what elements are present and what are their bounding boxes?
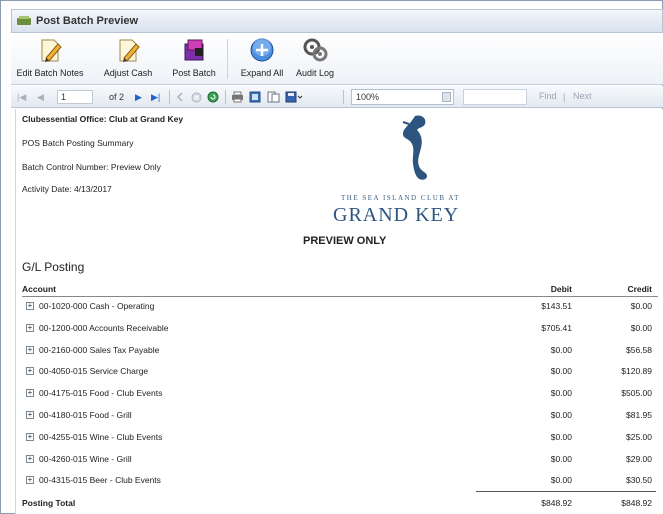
office-heading: Clubessential Office: Club at Grand Key xyxy=(22,114,184,124)
row-account: 00-4175-015 Food - Club Events xyxy=(39,388,163,398)
chevron-down-icon[interactable] xyxy=(442,92,451,102)
row-credit: $505.00 xyxy=(621,388,652,398)
toolbar-separator xyxy=(343,90,344,104)
row-credit: $29.00 xyxy=(626,454,652,464)
row-account: 00-4180-015 Food - Grill xyxy=(39,410,132,420)
post-batch-button[interactable]: Post Batch xyxy=(171,35,217,83)
row-debit: $0.00 xyxy=(550,454,572,464)
row-credit: $30.50 xyxy=(626,475,652,485)
stop-icon[interactable] xyxy=(191,89,202,105)
expand-row-icon[interactable]: + xyxy=(26,302,34,310)
export-icon[interactable] xyxy=(285,89,303,105)
report-page: Clubessential Office: Club at Grand Key … xyxy=(15,109,663,514)
header-divider xyxy=(22,296,658,297)
refresh-icon[interactable] xyxy=(207,89,219,105)
print-icon[interactable] xyxy=(231,89,244,105)
posting-total-label: Posting Total xyxy=(22,498,76,508)
row-debit: $143.51 xyxy=(541,301,572,311)
ribbon-toolbar: Edit Batch Notes Adjust Cash Post Batch … xyxy=(11,33,663,85)
summary-title: POS Batch Posting Summary xyxy=(22,138,134,148)
find-link[interactable]: Find xyxy=(539,91,557,101)
expand-row-icon[interactable]: + xyxy=(26,324,34,332)
expand-row-icon[interactable]: + xyxy=(26,389,34,397)
page-count-label: of 2 xyxy=(109,92,125,102)
expand-row-icon[interactable]: + xyxy=(26,433,34,441)
row-debit: $0.00 xyxy=(550,388,572,398)
page-setup-icon[interactable] xyxy=(267,89,280,105)
window-title: Post Batch Preview xyxy=(36,15,139,27)
preview-only-label: PREVIEW ONLY xyxy=(303,235,387,247)
row-credit: $81.95 xyxy=(626,410,652,420)
row-credit: $0.00 xyxy=(630,301,652,311)
row-credit: $0.00 xyxy=(630,323,652,333)
expand-row-icon[interactable]: + xyxy=(26,476,34,484)
last-page-button[interactable]: ▶| xyxy=(151,89,160,105)
post-batch-icon xyxy=(184,39,204,61)
adjust-cash-button[interactable]: Adjust Cash xyxy=(103,35,153,83)
post-batch-preview-window: Post Batch Preview Edit Batch Notes Adju… xyxy=(0,0,663,514)
seahorse-logo-icon xyxy=(402,115,427,180)
app-icon xyxy=(17,16,31,25)
gl-posting-title: G/L Posting xyxy=(22,260,85,274)
account-column-header: Account xyxy=(22,284,56,294)
row-credit: $56.58 xyxy=(626,345,652,355)
audit-log-button[interactable]: Audit Log xyxy=(293,35,337,83)
expand-all-button[interactable]: Expand All xyxy=(237,35,287,83)
row-account: 00-2160-000 Sales Tax Payable xyxy=(39,345,160,355)
find-input[interactable] xyxy=(463,89,527,105)
ribbon-separator xyxy=(227,39,228,79)
row-account: 00-4260-015 Wine - Grill xyxy=(39,454,132,464)
activity-date: Activity Date: 4/13/2017 xyxy=(22,184,112,194)
current-page-input[interactable]: 1 xyxy=(57,90,93,104)
row-credit: $25.00 xyxy=(626,432,652,442)
zoom-value: 100% xyxy=(356,92,380,102)
row-debit: $0.00 xyxy=(550,432,572,442)
row-account: 00-1200-000 Accounts Receivable xyxy=(39,323,169,333)
logo-title: GRAND KEY xyxy=(333,204,460,226)
total-divider xyxy=(476,491,656,492)
edit-notes-icon xyxy=(41,39,62,62)
prev-page-button[interactable]: ◀ xyxy=(37,89,44,105)
expand-all-label: Expand All xyxy=(240,68,284,78)
credit-column-header: Credit xyxy=(627,284,652,294)
edit-batch-notes-button[interactable]: Edit Batch Notes xyxy=(16,35,84,83)
zoom-select[interactable]: 100% xyxy=(351,89,454,105)
adjust-cash-label: Adjust Cash xyxy=(103,68,153,78)
row-credit: $120.89 xyxy=(621,366,652,376)
audit-log-label: Audit Log xyxy=(295,68,335,78)
logo-subtitle: THE SEA ISLAND CLUB AT xyxy=(341,194,460,202)
posting-total-credit: $848.92 xyxy=(621,498,652,508)
batch-control-number: Batch Control Number: Preview Only xyxy=(22,162,161,172)
expand-all-icon xyxy=(250,38,274,62)
next-link[interactable]: Next xyxy=(573,91,592,101)
row-debit: $0.00 xyxy=(550,366,572,376)
print-layout-icon[interactable] xyxy=(249,89,261,105)
debit-column-header: Debit xyxy=(550,284,572,294)
row-debit: $0.00 xyxy=(550,475,572,485)
title-bar: Post Batch Preview xyxy=(11,9,663,33)
row-account: 00-4050-015 Service Charge xyxy=(39,366,149,376)
adjust-cash-icon xyxy=(119,39,140,62)
row-debit: $0.00 xyxy=(550,345,572,355)
expand-row-icon[interactable]: + xyxy=(26,346,34,354)
post-batch-label: Post Batch xyxy=(172,68,216,78)
row-debit: $705.41 xyxy=(541,323,572,333)
posting-total-debit: $848.92 xyxy=(541,498,572,508)
row-account: 00-1020-000 Cash - Operating xyxy=(39,301,155,311)
report-viewer-toolbar: |◀ ◀ 1 of 2 ▶ ▶| 100% Find | Next xyxy=(11,86,663,108)
edit-batch-notes-label: Edit Batch Notes xyxy=(16,68,84,78)
first-page-button[interactable]: |◀ xyxy=(17,89,26,105)
expand-row-icon[interactable]: + xyxy=(26,411,34,419)
row-account: 00-4255-015 Wine - Club Events xyxy=(39,432,163,442)
expand-row-icon[interactable]: + xyxy=(26,455,34,463)
row-debit: $0.00 xyxy=(550,410,572,420)
toolbar-separator xyxy=(169,90,170,104)
toolbar-separator xyxy=(225,90,226,104)
audit-log-icon xyxy=(303,38,328,62)
find-separator: | xyxy=(563,92,566,102)
next-page-button[interactable]: ▶ xyxy=(135,89,142,105)
expand-row-icon[interactable]: + xyxy=(26,367,34,375)
back-icon[interactable] xyxy=(175,89,185,105)
row-account: 00-4315-015 Beer - Club Events xyxy=(39,475,161,485)
